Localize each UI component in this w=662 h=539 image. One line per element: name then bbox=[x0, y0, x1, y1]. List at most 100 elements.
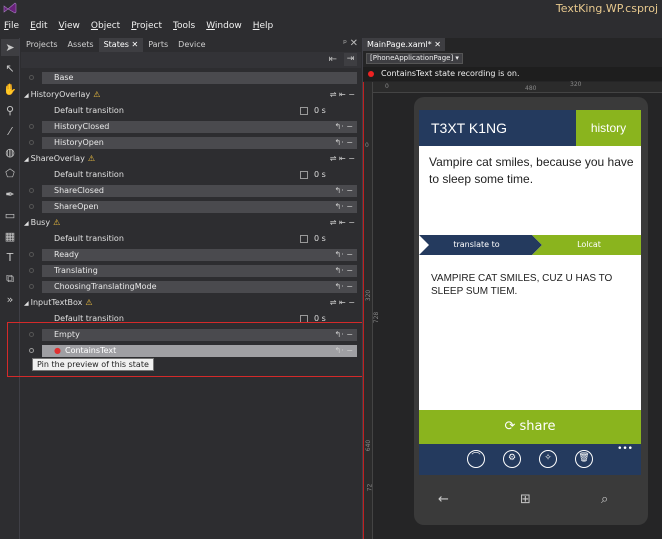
transition-label: Default transition bbox=[54, 234, 124, 243]
transition-duration[interactable]: 0 s bbox=[314, 232, 326, 246]
easing-function-icon[interactable] bbox=[300, 235, 308, 243]
state-item[interactable]: Translating ↰· − bbox=[42, 265, 357, 277]
more-icon[interactable]: ••• bbox=[617, 444, 633, 454]
tab-states[interactable]: States ✕ bbox=[98, 38, 144, 52]
settings-icon[interactable]: ⚙ bbox=[503, 450, 521, 468]
state-row[interactable]: Base bbox=[21, 71, 361, 85]
state-row[interactable]: Ready ↰· − bbox=[21, 248, 361, 262]
tab-projects[interactable]: Projects bbox=[21, 38, 63, 52]
pin-panel-icon[interactable]: ᵖ bbox=[343, 39, 347, 49]
state-row[interactable]: ShareOpen ↰· − bbox=[21, 200, 361, 214]
state-item[interactable]: Ready ↰· − bbox=[42, 249, 357, 261]
back-icon[interactable]: ← bbox=[438, 492, 449, 507]
state-row[interactable]: Translating ↰· − bbox=[21, 264, 361, 278]
close-panel-icon[interactable]: ✕ bbox=[350, 38, 358, 49]
group-controls-icon[interactable]: ⇌ ⇤ − bbox=[330, 216, 355, 230]
menu-view[interactable]: View bbox=[59, 21, 80, 31]
menu-file[interactable]: File bbox=[4, 21, 19, 31]
add-transition-icon[interactable]: ↰· − bbox=[335, 185, 354, 197]
state-row[interactable]: ShareClosed ↰· − bbox=[21, 184, 361, 198]
state-row[interactable]: ChoosingTranslatingMode ↰· − bbox=[21, 280, 361, 294]
default-transition-row[interactable]: Default transition 0 s bbox=[21, 104, 361, 118]
magic-icon[interactable]: ✧ bbox=[539, 450, 557, 468]
state-item[interactable]: HistoryClosed ↰· − bbox=[42, 121, 357, 133]
share-button[interactable]: ⟳ share bbox=[419, 410, 641, 444]
group-controls-icon[interactable]: ⇌ ⇤ − bbox=[330, 88, 355, 102]
state-row[interactable]: HistoryClosed ↰· − bbox=[21, 120, 361, 134]
state-pin-circle-icon[interactable] bbox=[29, 284, 34, 289]
state-item[interactable]: Base bbox=[42, 72, 357, 84]
zoom-tool-icon[interactable]: ⚲ bbox=[1, 102, 19, 119]
tab-assets[interactable]: Assets bbox=[63, 38, 99, 52]
brush-transform-tool-icon[interactable]: ⬠ bbox=[1, 165, 19, 182]
state-pin-circle-icon[interactable] bbox=[29, 268, 34, 273]
menu-tools[interactable]: Tools bbox=[173, 21, 195, 31]
direct-selection-tool-icon[interactable]: ↖ bbox=[1, 60, 19, 77]
state-item[interactable]: ShareOpen ↰· − bbox=[42, 201, 357, 213]
states-panel: Projects Assets States ✕ Parts Device ᵖ … bbox=[21, 38, 361, 539]
expand-arrow-icon[interactable]: ◢ bbox=[24, 156, 29, 163]
state-pin-circle-icon[interactable] bbox=[29, 188, 34, 193]
transition-preview-icon[interactable]: ⇥ bbox=[344, 53, 357, 66]
easing-function-icon[interactable] bbox=[300, 171, 308, 179]
state-group-header[interactable]: ◢ Busy ⚠ ⇌ ⇤ − bbox=[21, 216, 361, 230]
recording-dot-icon[interactable] bbox=[368, 71, 374, 77]
add-transition-icon[interactable]: ↰· − bbox=[335, 249, 354, 261]
state-pin-circle-icon[interactable] bbox=[29, 140, 34, 145]
group-controls-icon[interactable]: ⇌ ⇤ − bbox=[330, 296, 355, 310]
menu-object[interactable]: Object bbox=[91, 21, 120, 31]
state-pin-circle-icon[interactable] bbox=[29, 252, 34, 257]
rectangle-tool-icon[interactable]: ▭ bbox=[1, 207, 19, 224]
state-row[interactable]: HistoryOpen ↰· − bbox=[21, 136, 361, 150]
transition-duration[interactable]: 0 s bbox=[314, 168, 326, 182]
menu-help[interactable]: Help bbox=[253, 21, 274, 31]
state-pin-circle-icon[interactable] bbox=[29, 204, 34, 209]
state-group-header[interactable]: ◢ ShareOverlay ⚠ ⇌ ⇤ − bbox=[21, 152, 361, 166]
state-item[interactable]: ChoosingTranslatingMode ↰· − bbox=[42, 281, 357, 293]
eyedropper-tool-icon[interactable]: ⁄ bbox=[1, 123, 19, 140]
state-pin-circle-icon[interactable] bbox=[29, 75, 34, 80]
control-tool-icon[interactable]: ⧉ bbox=[1, 270, 19, 287]
expand-arrow-icon[interactable]: ◢ bbox=[24, 300, 29, 307]
state-item[interactable]: HistoryOpen ↰· − bbox=[42, 137, 357, 149]
input-textbox[interactable]: Vampire cat smiles, because you have to … bbox=[429, 154, 634, 188]
expand-arrow-icon[interactable]: ◢ bbox=[24, 92, 29, 99]
add-transition-icon[interactable]: ↰· − bbox=[335, 201, 354, 213]
default-transition-row[interactable]: Default transition 0 s bbox=[21, 232, 361, 246]
close-document-icon[interactable]: ✕ bbox=[434, 40, 441, 49]
paint-bucket-tool-icon[interactable]: ◍ bbox=[1, 144, 19, 161]
transition-duration[interactable]: 0 s bbox=[314, 104, 326, 118]
grid-tool-icon[interactable]: ▦ bbox=[1, 228, 19, 245]
easing-function-icon[interactable] bbox=[300, 107, 308, 115]
delete-icon[interactable]: 🗑 bbox=[575, 450, 593, 468]
menu-edit[interactable]: Edit bbox=[30, 21, 47, 31]
search-icon[interactable]: ⌕ bbox=[601, 492, 608, 507]
translate-icon[interactable]: ⌒ bbox=[467, 450, 485, 468]
assets-expand-icon[interactable]: » bbox=[1, 291, 19, 308]
tab-parts[interactable]: Parts bbox=[143, 38, 173, 52]
state-group-header[interactable]: ◢ HistoryOverlay ⚠ ⇌ ⇤ − bbox=[21, 88, 361, 102]
state-pin-circle-icon[interactable] bbox=[29, 124, 34, 129]
pen-tool-icon[interactable]: ✒ bbox=[1, 186, 19, 203]
state-group-header[interactable]: ◢ InputTextBox ⚠ ⇌ ⇤ − bbox=[21, 296, 361, 310]
group-controls-icon[interactable]: ⇌ ⇤ − bbox=[330, 152, 355, 166]
state-item[interactable]: ShareClosed ↰· − bbox=[42, 185, 357, 197]
document-tab[interactable]: MainPage.xaml* ✕ bbox=[363, 38, 445, 51]
history-button[interactable]: history bbox=[576, 110, 641, 146]
pan-tool-icon[interactable]: ✋ bbox=[1, 81, 19, 98]
textblock-tool-icon[interactable]: T bbox=[1, 249, 19, 266]
add-transition-icon[interactable]: ↰· − bbox=[335, 281, 354, 293]
menu-window[interactable]: Window bbox=[206, 21, 242, 31]
selection-tool-icon[interactable]: ➤ bbox=[1, 39, 19, 56]
add-transition-icon[interactable]: ↰· − bbox=[335, 265, 354, 277]
language-selector[interactable]: Lolcat bbox=[537, 235, 641, 255]
menu-project[interactable]: Project bbox=[131, 21, 162, 31]
add-state-group-icon[interactable]: ⇤ bbox=[329, 54, 337, 65]
add-transition-icon[interactable]: ↰· − bbox=[335, 137, 354, 149]
windows-start-icon[interactable]: ⊞ bbox=[520, 492, 531, 507]
breadcrumb[interactable]: [PhoneApplicationPage] ▾ bbox=[366, 53, 463, 64]
expand-arrow-icon[interactable]: ◢ bbox=[24, 220, 29, 227]
default-transition-row[interactable]: Default transition 0 s bbox=[21, 168, 361, 182]
tab-device[interactable]: Device bbox=[173, 38, 210, 52]
add-transition-icon[interactable]: ↰· − bbox=[335, 121, 354, 133]
